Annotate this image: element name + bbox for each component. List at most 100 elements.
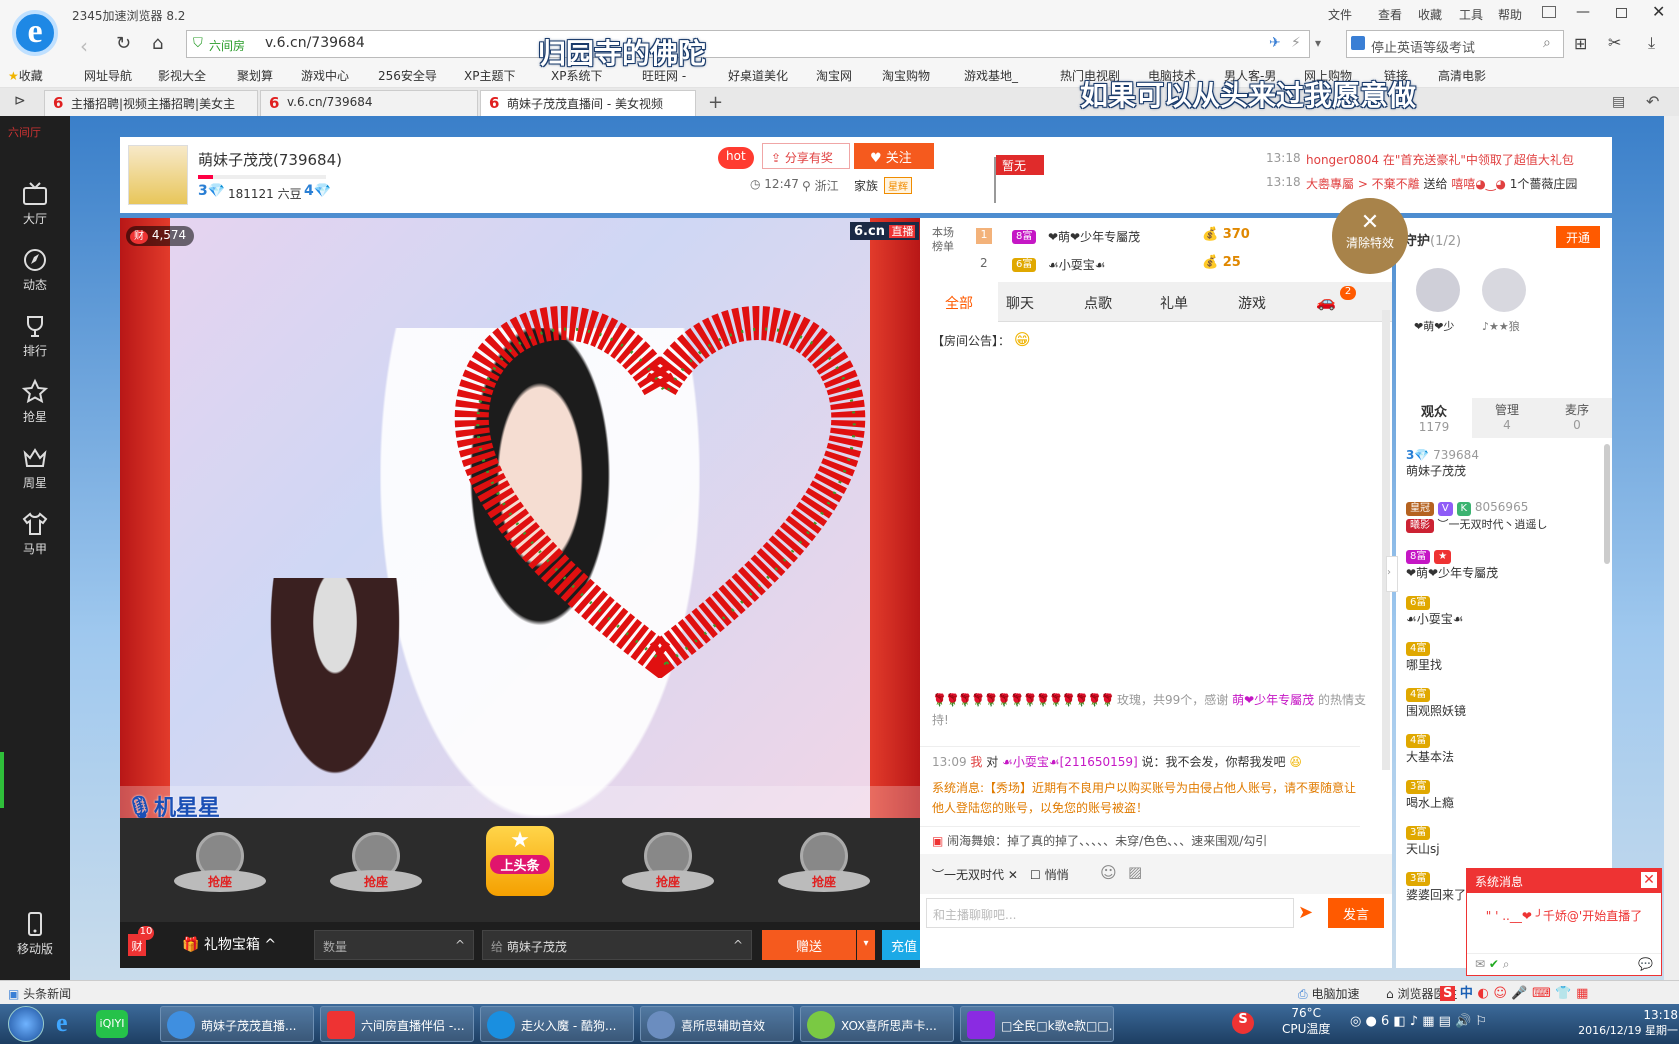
menu-view[interactable]: 查看 <box>1378 6 1402 23</box>
audience-item[interactable]: 3富 天山sj <box>1406 824 1440 857</box>
task-soundcard[interactable]: XOX喜所思声卡... <box>800 1006 954 1042</box>
tray-icons[interactable]: ◎ ● 6 ◧ ♪ ▦ ▤ 🔊 ⚐ <box>1350 1014 1487 1029</box>
live-video[interactable]: 财 4,574 6.cn 直播 🎙机星星 <box>120 218 920 818</box>
ime-bar[interactable]: S 中 ◐ ☺ 🎤 ⌨ 👕 ▦ <box>1440 982 1588 1001</box>
tab-gift-list[interactable]: 礼单 <box>1160 293 1188 313</box>
search-icon[interactable]: ⌕ <box>1543 35 1551 51</box>
start-button[interactable] <box>8 1006 44 1042</box>
nav-vest[interactable]: 马甲 <box>0 500 70 566</box>
menu-favorites[interactable]: 收藏 <box>1418 6 1442 23</box>
nav-hall[interactable]: 大厅 <box>0 170 70 236</box>
tab-mic-queue[interactable]: 麦序 0 <box>1542 398 1612 438</box>
tab-admins[interactable]: 管理 4 <box>1472 398 1542 438</box>
collapse-panel-icon[interactable]: › <box>1386 556 1398 592</box>
emoji-icon[interactable]: ☺ <box>1100 863 1117 882</box>
sidebar-toggle-icon[interactable]: ⊳ <box>14 93 26 109</box>
menu-help[interactable]: 帮助 <box>1498 6 1522 23</box>
fav-item[interactable]: 网址导航 <box>84 67 132 84</box>
audience-item[interactable]: 皇冠 V K 8056965 曦影 ︶一无双时代丶逍遥し <box>1406 500 1606 533</box>
gift-box-button[interactable]: 🎁 礼物宝箱 ^ <box>182 934 276 954</box>
browser-tab-live-room[interactable]: 6 萌妹子茂茂直播间 - 美女视频 <box>480 90 696 116</box>
guard-open-button[interactable]: 开通 <box>1556 226 1600 248</box>
close-window-icon[interactable]: ✕ <box>1652 2 1665 21</box>
download-icon[interactable]: ⤓ <box>1648 33 1655 53</box>
browser-tab-url[interactable]: 6 v.6.cn/739684 <box>260 90 478 116</box>
chat-input[interactable]: 和主播聊聊吧... <box>926 898 1294 928</box>
whisper-checkbox[interactable]: ☐ 悄悄 <box>1030 866 1069 883</box>
task-sound-assist[interactable]: 喜所思辅助音效 <box>640 1006 794 1042</box>
tab-chat[interactable]: 聊天 <box>1006 293 1034 313</box>
task-karaoke[interactable]: □全民□k歌e款□□... <box>960 1006 1114 1042</box>
gift-recipient-select[interactable]: 给 萌妹子茂茂 ^ <box>482 930 752 960</box>
undo-close-icon[interactable]: ↶ <box>1646 92 1659 111</box>
nav-star[interactable]: 抢星 <box>0 368 70 434</box>
tab-song[interactable]: 点歌 <box>1084 293 1112 313</box>
tab-menu-icon[interactable]: ▤ <box>1612 94 1625 110</box>
audience-item[interactable]: 3💎 739684 萌妹子茂茂 <box>1406 448 1479 479</box>
popup-close-icon[interactable]: ✕ <box>1641 872 1657 888</box>
browser-logo-icon[interactable]: e <box>12 10 58 56</box>
seat-4[interactable]: 抢座 <box>778 832 870 906</box>
menu-file[interactable]: 文件 <box>1328 6 1352 23</box>
fav-item[interactable]: 高清电影 <box>1438 67 1486 84</box>
fav-item[interactable]: 游戏中心 <box>301 67 349 84</box>
family-badge[interactable]: 星辉 <box>884 177 912 194</box>
fav-item[interactable]: 好桌道美化 <box>728 67 788 84</box>
image-icon[interactable]: ▨ <box>1128 863 1142 881</box>
audience-item[interactable]: 3富 喝水上瘾 <box>1406 778 1454 811</box>
seat-3[interactable]: 抢座 <box>622 832 714 906</box>
nav-weekly-star[interactable]: 周星 <box>0 434 70 500</box>
tools-icon[interactable]: ✂ <box>1608 33 1621 52</box>
seat-1[interactable]: 抢座 <box>174 832 266 906</box>
home-icon[interactable]: ⌂ <box>152 33 163 54</box>
chat-target-select[interactable]: ︶一无双时代 ✕ <box>932 866 1018 883</box>
rank-user-name[interactable]: ❤萌❤少年专屬茂 <box>1048 228 1140 245</box>
pc-accel-button[interactable]: ⎙ 电脑加速 <box>1298 985 1359 1002</box>
iqiyi-icon[interactable]: iQIYI <box>96 1010 128 1038</box>
tab-all[interactable]: 全部 <box>920 282 998 322</box>
fav-item[interactable]: 聚划算 <box>237 67 273 84</box>
browser-tab-recruit[interactable]: 6 主播招聘|视频主播招聘|美女主 <box>44 90 258 116</box>
menu-tools[interactable]: 工具 <box>1459 6 1483 23</box>
accelerate-icon[interactable]: ✈ <box>1269 35 1281 51</box>
clear-effects-button[interactable]: ✕ 清除特效 <box>1332 198 1408 274</box>
fav-item[interactable]: 淘宝网 <box>816 67 852 84</box>
search-engine-icon[interactable] <box>1351 36 1365 50</box>
fav-collect[interactable]: ★收藏 <box>8 67 43 84</box>
skin-icon[interactable] <box>1542 6 1556 18</box>
audience-item[interactable]: 3富 婆婆回来了 <box>1406 870 1466 903</box>
car-icon[interactable]: 🚗 <box>1316 292 1336 311</box>
fav-item[interactable]: 游戏基地_ <box>964 67 1018 84</box>
fav-item[interactable]: 淘宝购物 <box>882 67 930 84</box>
search-field[interactable]: 停止英语等级考试 ⌕ <box>1346 30 1564 58</box>
apps-grid-icon[interactable]: ⊞ <box>1574 34 1587 53</box>
nav-dynamics[interactable]: 动态 <box>0 236 70 302</box>
host-avatar[interactable] <box>128 145 188 205</box>
ie-taskbar-icon[interactable]: e <box>56 1008 68 1038</box>
fav-item[interactable]: 影视大全 <box>158 67 206 84</box>
audience-item[interactable]: 6富 ☙小耍宝☙ <box>1406 594 1464 627</box>
tab-audience[interactable]: 观众 1179 <box>1396 398 1472 438</box>
news-link[interactable]: ▣ 头条新闻 <box>8 985 71 1002</box>
audience-item[interactable]: 4富 大基本法 <box>1406 732 1454 765</box>
minimize-icon[interactable]: — <box>1576 4 1590 20</box>
new-tab-icon[interactable]: + <box>708 92 723 113</box>
share-button[interactable]: ⇪ 分享有奖 <box>762 143 850 169</box>
rank-user-name[interactable]: ☙小耍宝☙ <box>1048 256 1106 273</box>
follow-button[interactable]: ♥ 关注 <box>854 143 934 169</box>
refresh-icon[interactable]: ↻ <box>116 33 131 54</box>
seat-2[interactable]: 抢座 <box>330 832 422 906</box>
tab-games[interactable]: 游戏 <box>1238 293 1266 313</box>
nav-mobile[interactable]: 移动版 <box>0 900 70 966</box>
task-kugou[interactable]: 走火入魔 - 酷狗... <box>480 1006 634 1042</box>
fav-item[interactable]: 256安全导 <box>378 67 437 84</box>
audience-item[interactable]: 4富 围观照妖镜 <box>1406 686 1466 719</box>
back-icon[interactable]: ‹ <box>80 34 88 58</box>
guard-avatar[interactable] <box>1482 268 1526 312</box>
task-browser[interactable]: 萌妹子茂茂直播... <box>160 1006 314 1042</box>
headline-button[interactable]: ★ 上头条 <box>486 826 554 896</box>
url-field[interactable]: ⛉ 六间房 v.6.cn/739684 ✈ ⚡ ▾ <box>186 30 1321 58</box>
page-scrollbar[interactable] <box>1664 116 1679 980</box>
send-message-button[interactable]: 发言 <box>1328 898 1384 928</box>
clock[interactable]: 13:18 2016/12/19 星期一 <box>1574 1008 1678 1038</box>
